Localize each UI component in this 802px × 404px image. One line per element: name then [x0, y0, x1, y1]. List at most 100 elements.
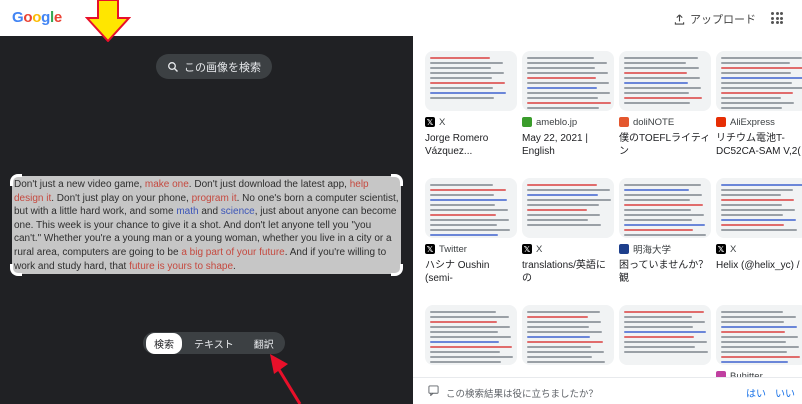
result-thumbnail[interactable]: [716, 51, 802, 111]
image-text-segment: and: [198, 206, 221, 218]
dolinote-icon: [619, 117, 629, 127]
result-card[interactable]: Buhitter: [716, 305, 802, 382]
crop-handle-bottom-left[interactable]: [10, 264, 22, 276]
image-text-segment: program it: [191, 192, 237, 204]
image-text-segment: . Don't just download the latest app,: [188, 179, 350, 190]
result-source[interactable]: 𝕏X: [425, 116, 517, 128]
result-title[interactable]: ハシナ Oushin (semi- hiatus?) on X: "Nikk..…: [425, 259, 517, 285]
feedback-question: この検索結果は役に立ちましたか？: [446, 389, 599, 400]
result-title[interactable]: 僕のTOEFLライティン グの勉強法 | doliNOTE: [619, 132, 711, 158]
result-title[interactable]: May 22, 2021 | English Lesson Diary: [522, 132, 614, 158]
x-logo-icon: 𝕏: [716, 244, 726, 254]
result-card[interactable]: AliExpress リチウム電池T- DC52CA-SAM V,2(: [716, 51, 802, 158]
result-thumbnail[interactable]: [522, 305, 614, 365]
logo-letter: o: [23, 9, 33, 26]
logo-letter: e: [53, 9, 62, 26]
aliexpress-icon: [716, 117, 726, 127]
red-arrow-annotation: [270, 354, 302, 404]
result-source-name: Twitter: [439, 243, 467, 255]
result-source[interactable]: doliNOTE: [619, 116, 711, 128]
feedback-icon: [428, 385, 439, 396]
result-card[interactable]: 𝕏 X Jorge Romero Vázquez...: [425, 51, 517, 158]
upload-button[interactable]: アップロード: [674, 11, 756, 27]
crop-handle-top-left[interactable]: [10, 174, 22, 186]
result-source[interactable]: AliExpress: [716, 116, 802, 128]
result-title[interactable]: Jorge Romero Vázquez...: [425, 132, 517, 158]
result-thumbnail[interactable]: [425, 51, 517, 111]
lens-search-icon: [168, 61, 178, 72]
result-thumbnail[interactable]: [619, 178, 711, 238]
result-card[interactable]: [619, 305, 711, 365]
result-source-name: 明海大学: [633, 245, 672, 256]
search-this-image-button[interactable]: この画像を検索: [156, 54, 272, 79]
result-title[interactable]: Helix (@helix_yc) /: [716, 259, 802, 285]
logo-letter: G: [12, 9, 24, 26]
feedback-no-button[interactable]: いい: [775, 385, 795, 400]
result-title[interactable]: 困っていませんか？観 点別評価 一明日から...: [619, 259, 711, 285]
result-card[interactable]: 𝕏Xtranslations/英語にの 翻訳 / X: [522, 178, 614, 285]
feedback-yes-button[interactable]: はい: [746, 385, 766, 400]
result-thumbnail[interactable]: [619, 51, 711, 111]
lens-page: Google アップロード この画像を検索 Don't just a new v…: [0, 0, 802, 404]
result-source-name: X: [730, 243, 737, 255]
result-thumbnail[interactable]: [522, 51, 614, 111]
feedback-bar: この検索結果は役に立ちましたか？ はい いい: [413, 377, 802, 404]
yellow-arrow-annotation: [85, 0, 131, 42]
image-text-segment: Don't just a new video game,: [14, 179, 145, 190]
image-text-segment: math: [176, 206, 199, 218]
result-card[interactable]: 𝕏 Twitter ハシナ Oushin (semi- hiatus?) on X:…: [425, 178, 517, 285]
result-title[interactable]: translations/英語にの 翻訳 / X: [522, 259, 614, 285]
result-source-name: X: [439, 116, 446, 128]
upload-icon: [674, 14, 685, 25]
result-thumbnail[interactable]: [619, 305, 711, 365]
logo-letter: o: [32, 9, 42, 26]
result-thumbnail[interactable]: [716, 178, 802, 238]
result-card[interactable]: [425, 305, 517, 365]
result-thumbnail[interactable]: [522, 178, 614, 238]
image-viewer: この画像を検索 Don't just a new video game, mak…: [0, 36, 413, 404]
tab-search[interactable]: 検索: [146, 332, 182, 354]
upload-label: アップロード: [690, 14, 756, 26]
result-card[interactable]: doliNOTE 僕のTOEFLライティン グの勉強法 | doliNOTE: [619, 51, 711, 158]
selected-image-region[interactable]: Don't just a new video game, make one. D…: [10, 174, 403, 276]
visual-matches-grid: 𝕏 X Jorge Romero Vázquez... ameblo.jp May 22…: [413, 36, 802, 404]
google-logo[interactable]: Google: [12, 9, 62, 26]
x-logo-icon: 𝕏: [425, 244, 435, 254]
result-thumbnail[interactable]: [716, 305, 802, 365]
result-source-name: AliExpress: [730, 116, 775, 128]
result-thumbnail[interactable]: [425, 305, 517, 365]
result-card[interactable]: ameblo.jp May 22, 2021 | English Lesson D…: [522, 51, 614, 158]
search-this-image-label: この画像を検索: [184, 61, 261, 74]
x-logo-icon: 𝕏: [522, 244, 532, 254]
result-source[interactable]: 𝕏 Twitter: [425, 243, 517, 255]
image-text-segment: a big part of your future: [181, 246, 285, 258]
result-card[interactable]: 𝕏 X Helix (@helix_yc) /: [716, 178, 802, 285]
meikai-icon: [619, 244, 629, 254]
image-text: Don't just a new video game, make one. D…: [14, 178, 399, 273]
image-text-segment: future is yours to shape: [129, 260, 234, 272]
result-source[interactable]: 𝕏X: [716, 243, 802, 255]
result-thumbnail[interactable]: [425, 178, 517, 238]
x-logo-icon: 𝕏: [425, 117, 435, 127]
image-text-segment: science: [220, 206, 255, 218]
result-card[interactable]: [522, 305, 614, 365]
result-source-name: ameblo.jp: [536, 116, 578, 128]
result-source-name: X: [536, 243, 543, 255]
crop-handle-top-right[interactable]: [391, 174, 403, 186]
result-source-name: doliNOTE: [633, 116, 675, 128]
result-source[interactable]: ameblo.jp: [522, 116, 614, 128]
logo-letter: g: [41, 9, 50, 26]
image-text-segment: . Don't just play on your phone,: [51, 192, 192, 204]
tab-text[interactable]: テキスト: [186, 333, 242, 354]
result-title[interactable]: リチウム電池T- DC52CA-SAM V,2(: [716, 132, 802, 158]
image-text-segment: .: [233, 260, 236, 272]
crop-handle-bottom-right[interactable]: [391, 264, 403, 276]
image-text-segment: make one: [144, 179, 189, 190]
result-card[interactable]: 明海大学困っていませんか？観 点別評価 一明日から...: [619, 178, 711, 285]
result-source[interactable]: 明海大学: [619, 243, 711, 256]
tab-translate[interactable]: 翻訳: [246, 333, 282, 354]
result-source[interactable]: 𝕏X: [522, 243, 614, 255]
grid-icon[interactable]: [771, 12, 783, 24]
ameblo-icon: [522, 117, 532, 127]
mode-switcher: 検索 テキスト 翻訳: [143, 332, 285, 354]
